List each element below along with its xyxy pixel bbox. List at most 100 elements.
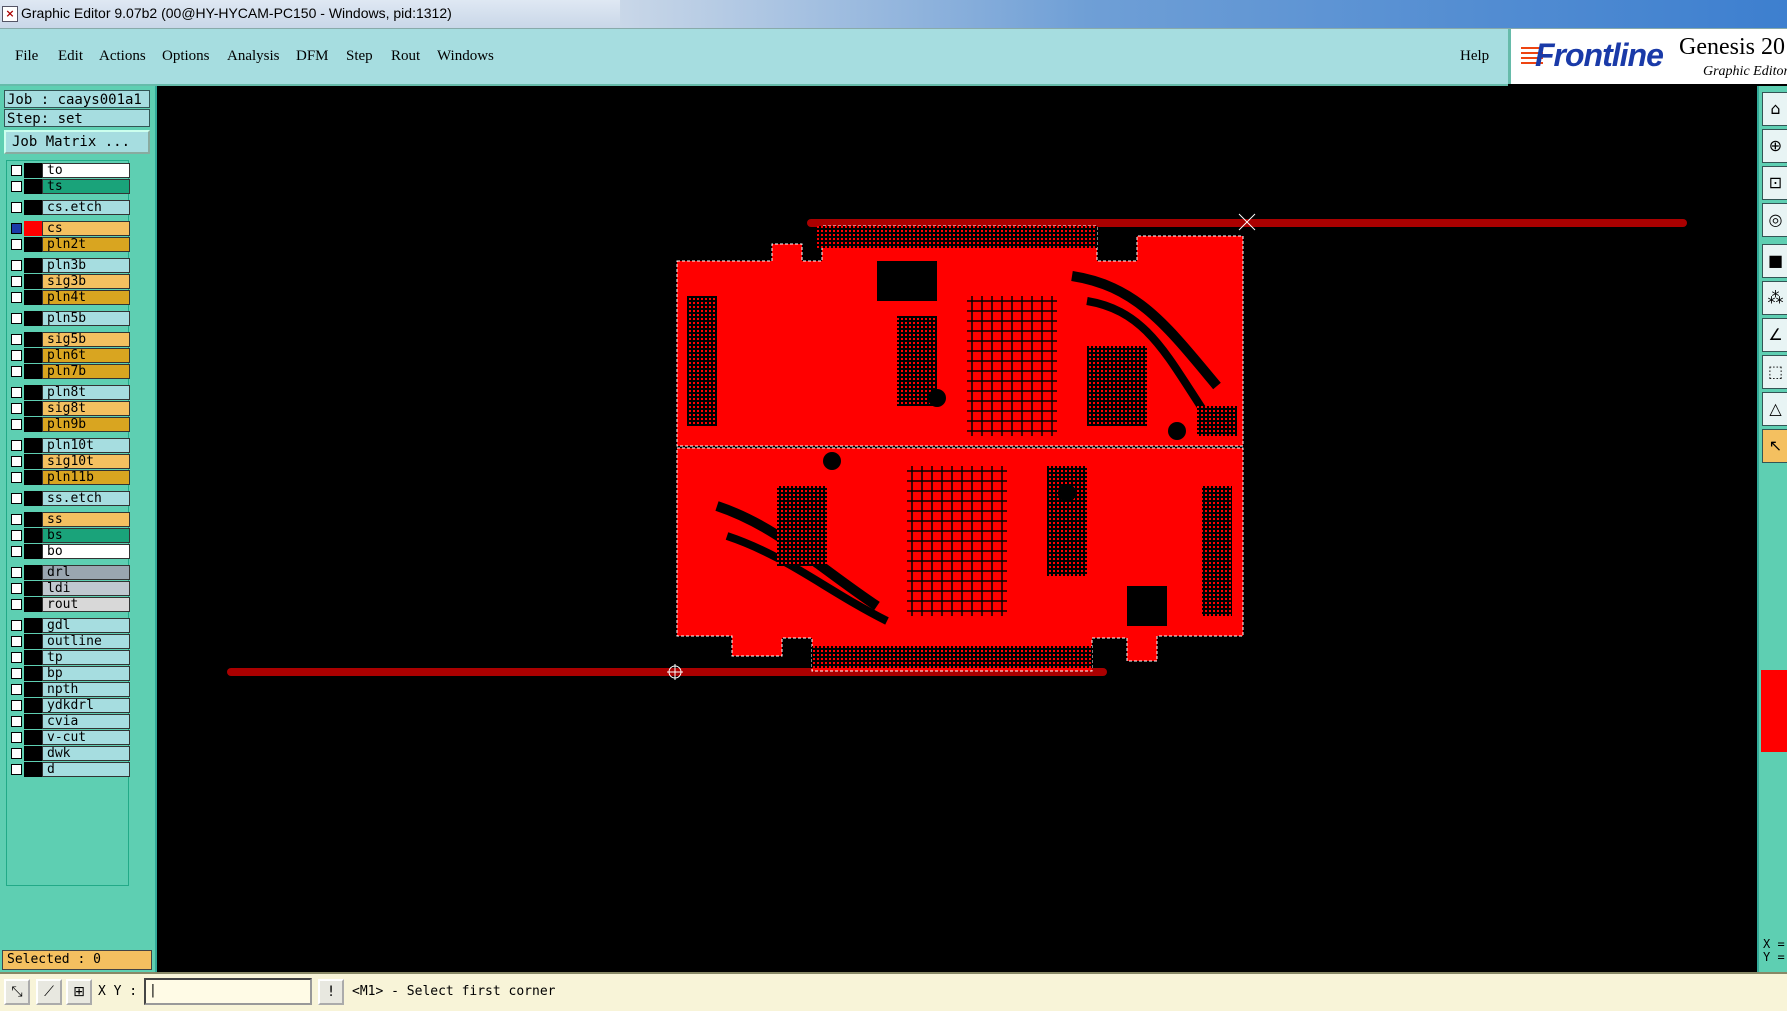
layer-color-swatch[interactable] xyxy=(24,258,42,273)
layer-name[interactable]: drl xyxy=(42,565,130,580)
layer-checkbox[interactable] xyxy=(11,440,22,451)
layer-checkbox[interactable] xyxy=(11,202,22,213)
grid-icon[interactable]: ⊞ xyxy=(66,979,92,1005)
layer-color-swatch[interactable] xyxy=(24,454,42,469)
layer-checkbox[interactable] xyxy=(11,181,22,192)
layer-name[interactable]: pln6t xyxy=(42,348,130,363)
layer-name[interactable]: gdl xyxy=(42,618,130,633)
layer-color-swatch[interactable] xyxy=(24,682,42,697)
layer-row-pln9b[interactable]: pln9b xyxy=(7,417,130,432)
layer-name[interactable]: cs xyxy=(42,221,130,236)
layer-name[interactable]: d xyxy=(42,762,130,777)
snap-icon[interactable]: ■ xyxy=(1762,244,1787,278)
layer-name[interactable]: rout xyxy=(42,597,130,612)
layer-checkbox[interactable] xyxy=(11,716,22,727)
layer-name[interactable]: pln11b xyxy=(42,470,130,485)
layer-checkbox[interactable] xyxy=(11,366,22,377)
triangle-icon[interactable]: △ xyxy=(1762,392,1787,426)
layer-color-swatch[interactable] xyxy=(24,417,42,432)
layer-color-swatch[interactable] xyxy=(24,200,42,215)
layer-color-swatch[interactable] xyxy=(24,634,42,649)
layer-row-pln3b[interactable]: pln3b xyxy=(7,258,130,273)
layer-name[interactable]: ss.etch xyxy=(42,491,130,506)
layer-color-swatch[interactable] xyxy=(24,221,42,236)
layer-color-swatch[interactable] xyxy=(24,290,42,305)
layer-checkbox[interactable] xyxy=(11,700,22,711)
layer-name[interactable]: pln2t xyxy=(42,237,130,252)
menu-step[interactable]: Step xyxy=(346,48,373,65)
menu-rout[interactable]: Rout xyxy=(391,48,420,65)
layer-row-d[interactable]: d xyxy=(7,762,130,777)
layer-row-rout[interactable]: rout xyxy=(7,597,130,612)
layer-name[interactable]: pln3b xyxy=(42,258,130,273)
layer-checkbox[interactable] xyxy=(11,313,22,324)
layer-row-pln11b[interactable]: pln11b xyxy=(7,470,130,485)
layer-row-pln7b[interactable]: pln7b xyxy=(7,364,130,379)
layer-checkbox[interactable] xyxy=(11,732,22,743)
layer-color-swatch[interactable] xyxy=(24,179,42,194)
layer-color-swatch[interactable] xyxy=(24,512,42,527)
layer-checkbox[interactable] xyxy=(11,668,22,679)
layer-color-swatch[interactable] xyxy=(24,401,42,416)
layer-checkbox[interactable] xyxy=(11,419,22,430)
layer-checkbox[interactable] xyxy=(11,350,22,361)
layer-color-swatch[interactable] xyxy=(24,237,42,252)
layer-name[interactable]: pln10t xyxy=(42,438,130,453)
layer-row-bp[interactable]: bp xyxy=(7,666,130,681)
layer-color-swatch[interactable] xyxy=(24,385,42,400)
menu-help[interactable]: Help xyxy=(1460,48,1489,65)
layer-name[interactable]: sig5b xyxy=(42,332,130,347)
layer-name[interactable]: sig3b xyxy=(42,274,130,289)
layer-name[interactable]: bp xyxy=(42,666,130,681)
layer-color-swatch[interactable] xyxy=(24,544,42,559)
net-icon[interactable]: ⁂ xyxy=(1762,281,1787,315)
layer-name[interactable]: outline xyxy=(42,634,130,649)
layer-color-swatch[interactable] xyxy=(24,528,42,543)
layer-color-swatch[interactable] xyxy=(24,762,42,777)
layer-row-cs.etch[interactable]: cs.etch xyxy=(7,200,130,215)
edit-icon[interactable]: ⟋ xyxy=(36,979,62,1005)
layer-checkbox[interactable] xyxy=(11,530,22,541)
layer-row-cs[interactable]: cs xyxy=(7,221,130,236)
layer-color-swatch[interactable] xyxy=(24,581,42,596)
layer-row-pln5b[interactable]: pln5b xyxy=(7,311,130,326)
layer-name[interactable]: bo xyxy=(42,544,130,559)
layer-name[interactable]: sig8t xyxy=(42,401,130,416)
layer-checkbox[interactable] xyxy=(11,456,22,467)
layer-color-swatch[interactable] xyxy=(24,618,42,633)
layer-checkbox[interactable] xyxy=(11,546,22,557)
layer-name[interactable]: ss xyxy=(42,512,130,527)
layer-row-drl[interactable]: drl xyxy=(7,565,130,580)
layer-color-swatch[interactable] xyxy=(24,730,42,745)
layer-color-swatch[interactable] xyxy=(24,746,42,761)
layer-checkbox[interactable] xyxy=(11,472,22,483)
layer-checkbox[interactable] xyxy=(11,260,22,271)
layer-color-swatch[interactable] xyxy=(24,597,42,612)
layer-checkbox[interactable] xyxy=(11,748,22,759)
layer-name[interactable]: ldi xyxy=(42,581,130,596)
layer-row-pln6t[interactable]: pln6t xyxy=(7,348,130,363)
layer-checkbox[interactable] xyxy=(11,764,22,775)
layer-name[interactable]: sig10t xyxy=(42,454,130,469)
menu-edit[interactable]: Edit xyxy=(58,48,83,65)
zoom-fit-icon[interactable]: ⊡ xyxy=(1762,166,1787,200)
layer-checkbox[interactable] xyxy=(11,583,22,594)
measure-icon[interactable]: ◎ xyxy=(1762,203,1787,237)
layer-name[interactable]: pln9b xyxy=(42,417,130,432)
layer-row-pln8t[interactable]: pln8t xyxy=(7,385,130,400)
menu-windows[interactable]: Windows xyxy=(437,48,494,65)
layer-name[interactable]: npth xyxy=(42,682,130,697)
layer-color-swatch[interactable] xyxy=(24,311,42,326)
layer-row-to[interactable]: to xyxy=(7,163,130,178)
layer-name[interactable]: cvia xyxy=(42,714,130,729)
menu-file[interactable]: File xyxy=(15,48,38,65)
layer-color-swatch[interactable] xyxy=(24,470,42,485)
layer-checkbox[interactable] xyxy=(11,620,22,631)
layer-checkbox[interactable] xyxy=(11,599,22,610)
layer-color-swatch[interactable] xyxy=(24,491,42,506)
layer-color-swatch[interactable] xyxy=(24,650,42,665)
select-box-icon[interactable]: ⬚ xyxy=(1762,355,1787,389)
layer-name[interactable]: pln4t xyxy=(42,290,130,305)
layer-checkbox[interactable] xyxy=(11,567,22,578)
layer-row-ts[interactable]: ts xyxy=(7,179,130,194)
